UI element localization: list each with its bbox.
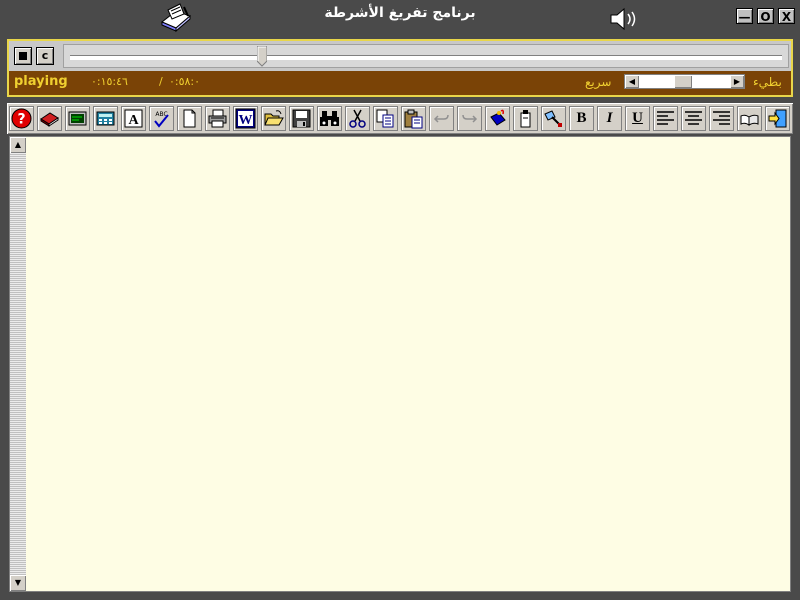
stop-button[interactable] (14, 47, 32, 65)
brush-icon (544, 110, 562, 127)
speaker-icon[interactable] (608, 6, 642, 32)
speed-thumb[interactable] (674, 75, 692, 88)
eraser-icon (520, 110, 531, 128)
calculator-icon (96, 111, 115, 126)
seek-track (70, 55, 782, 60)
word-export-button[interactable]: W (233, 106, 258, 131)
window-title: برنامج تفريغ الأشرطة (324, 5, 476, 21)
title-bar: برنامج تفريغ الأشرطة — O X (0, 0, 800, 36)
binoculars-icon (320, 111, 339, 126)
paste-icon (404, 109, 423, 129)
find-button[interactable] (317, 106, 342, 131)
align-right-button[interactable] (709, 106, 734, 131)
paint-bucket-icon (490, 109, 506, 126)
transcript-text-area[interactable] (26, 137, 790, 591)
player-panel: c playing ٠:١٥:٤٦ / ٠:٥٨:٠ سريع ◀ ▶ بطيء (7, 39, 793, 97)
svg-text:W: W (239, 113, 253, 128)
spellcheck-icon: ABC (154, 111, 169, 128)
bold-button[interactable]: B (569, 106, 594, 131)
open-button[interactable] (261, 106, 286, 131)
underline-icon: U (632, 110, 643, 126)
speed-right-arrow[interactable]: ▶ (730, 75, 744, 88)
screen-button[interactable] (65, 106, 90, 131)
minimize-button[interactable]: — (736, 8, 753, 24)
cut-button[interactable] (345, 106, 370, 131)
time-separator: / (159, 75, 163, 88)
help-icon: ? (11, 108, 32, 129)
font-button[interactable]: A (121, 106, 146, 131)
vertical-scrollbar[interactable]: ▲ ▼ (10, 137, 26, 591)
save-button[interactable] (289, 106, 314, 131)
font-icon: A (124, 109, 143, 128)
new-document-button[interactable] (177, 106, 202, 131)
undo-button[interactable] (429, 106, 454, 131)
align-right-icon (713, 111, 730, 125)
align-left-icon (657, 111, 674, 125)
stop-icon (19, 52, 27, 60)
speed-fast-label: سريع (585, 75, 612, 89)
color-button[interactable] (485, 106, 510, 131)
spellcheck-button[interactable]: ABC (149, 106, 174, 131)
copy-icon (376, 109, 394, 128)
align-left-button[interactable] (653, 106, 678, 131)
exit-door-icon (768, 109, 787, 128)
speed-slider[interactable]: ◀ ▶ (624, 74, 745, 89)
speed-slow-label: بطيء (753, 75, 782, 89)
close-button[interactable]: X (778, 8, 795, 24)
help-button[interactable]: ? (9, 106, 34, 131)
speed-left-arrow[interactable]: ◀ (625, 75, 639, 88)
seek-slider[interactable] (63, 44, 789, 68)
underline-button[interactable]: U (625, 106, 650, 131)
maximize-button[interactable]: O (757, 8, 774, 24)
clear-button[interactable]: c (36, 47, 54, 65)
total-time: ٠:٥٨:٠ (169, 75, 201, 88)
clear-text-button[interactable] (513, 106, 538, 131)
scroll-down-arrow[interactable]: ▼ (10, 575, 26, 591)
folder-open-icon (264, 110, 284, 126)
elapsed-time: ٠:١٥:٤٦ (91, 75, 128, 88)
redo-icon (462, 114, 478, 123)
align-center-icon (685, 111, 702, 125)
dictionary-button[interactable] (37, 106, 62, 131)
word-icon: W (235, 108, 256, 129)
transcript-editor: ▲ ▼ (9, 136, 791, 592)
redo-button[interactable] (457, 106, 482, 131)
book-icon (40, 112, 59, 127)
open-book-icon (740, 114, 759, 126)
italic-icon: I (606, 110, 613, 126)
paste-button[interactable] (401, 106, 426, 131)
format-button[interactable] (541, 106, 566, 131)
printer-icon (208, 109, 227, 128)
new-document-icon (183, 109, 196, 128)
scissors-icon (349, 109, 366, 128)
exit-button[interactable] (765, 106, 790, 131)
player-controls: c (9, 41, 791, 71)
player-status-row: playing ٠:١٥:٤٦ / ٠:٥٨:٠ سريع ◀ ▶ بطيء (9, 71, 791, 95)
undo-icon (433, 114, 449, 123)
svg-text:?: ? (17, 112, 25, 128)
toolbar: ? A ABC W B I U (7, 103, 793, 134)
copy-button[interactable] (373, 106, 398, 131)
monitor-icon (68, 111, 87, 126)
scroll-up-arrow[interactable]: ▲ (10, 137, 26, 153)
save-icon (292, 109, 311, 128)
svg-text:A: A (128, 113, 139, 128)
calculator-button[interactable] (93, 106, 118, 131)
seek-thumb[interactable] (256, 45, 268, 67)
reference-button[interactable] (737, 106, 762, 131)
print-button[interactable] (205, 106, 230, 131)
playback-status: playing (14, 74, 68, 89)
italic-button[interactable]: I (597, 106, 622, 131)
align-center-button[interactable] (681, 106, 706, 131)
bold-icon: B (576, 110, 587, 126)
